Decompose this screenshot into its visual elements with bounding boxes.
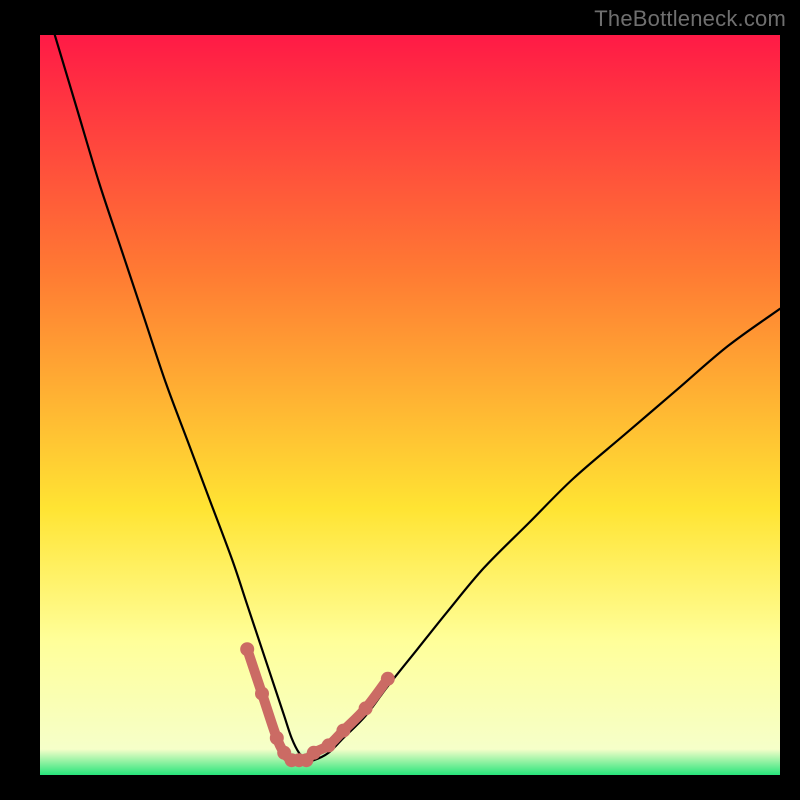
highlight-point [255, 687, 269, 701]
chart-frame: TheBottleneck.com [0, 0, 800, 800]
highlight-point [307, 746, 321, 760]
plot-background [40, 35, 780, 775]
highlight-point [270, 731, 284, 745]
highlight-point [359, 701, 373, 715]
watermark-text: TheBottleneck.com [594, 6, 786, 32]
bottleneck-plot [40, 35, 780, 775]
highlight-point [322, 738, 336, 752]
highlight-point [336, 724, 350, 738]
highlight-point [240, 642, 254, 656]
highlight-point [381, 672, 395, 686]
